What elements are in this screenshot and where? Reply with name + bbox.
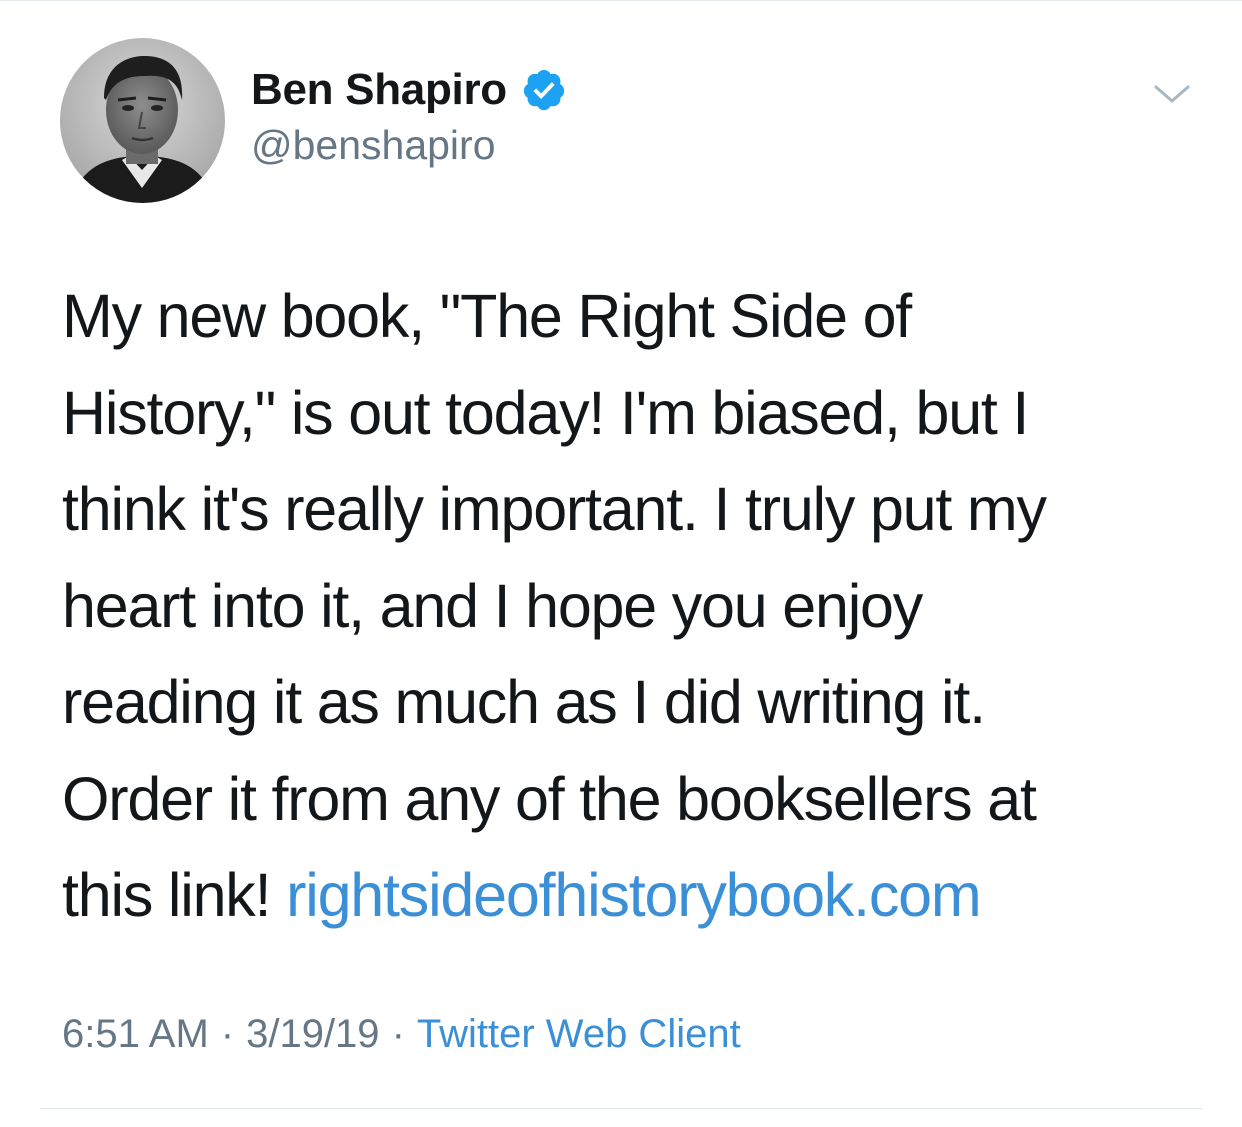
- verified-badge-icon: [521, 67, 567, 113]
- tweet-date[interactable]: 3/19/19: [246, 1012, 379, 1057]
- tweet-time[interactable]: 6:51 AM: [62, 1012, 209, 1057]
- tweet-text-line: heart into it, and I hope you enjoy: [62, 571, 923, 640]
- tweet-text: My new book, "The Right Side of History,…: [62, 268, 1172, 944]
- tweet-text-line: History," is out today! I'm biased, but …: [62, 378, 1029, 447]
- tweet-text-fragment: this link!: [62, 861, 287, 929]
- tweet-text-line: My new book, "The Right Side of: [62, 282, 912, 350]
- avatar-photo: [60, 38, 225, 203]
- tweet-meta: 6:51 AM · 3/19/19 · Twitter Web Client: [62, 1008, 741, 1060]
- name-row: Ben Shapiro: [251, 62, 567, 118]
- author-handle[interactable]: @benshapiro: [251, 122, 567, 169]
- tweet-source-link[interactable]: Twitter Web Client: [417, 1012, 741, 1057]
- author-block: Ben Shapiro @benshapiro: [251, 62, 567, 169]
- tweet-text-line: think it's really important. I truly put…: [62, 475, 1047, 543]
- display-name[interactable]: Ben Shapiro: [251, 65, 507, 115]
- tweet-text-line: Order it from any of the booksellers at: [62, 764, 1037, 833]
- avatar[interactable]: [60, 38, 225, 203]
- bottom-divider: [40, 1108, 1202, 1109]
- meta-separator: ·: [220, 1011, 235, 1056]
- tweet-card: Ben Shapiro @benshapiro My new book, "Th…: [0, 0, 1242, 1127]
- book-link[interactable]: rightsideofhistorybook.com: [286, 861, 982, 929]
- tweet-text-line: reading it as much as I did writing it.: [62, 668, 986, 736]
- chevron-down-icon[interactable]: [1150, 78, 1194, 110]
- meta-separator: ·: [391, 1011, 405, 1056]
- tweet-text-line-last: this link! rightsideofhistorybook.com: [62, 847, 1172, 944]
